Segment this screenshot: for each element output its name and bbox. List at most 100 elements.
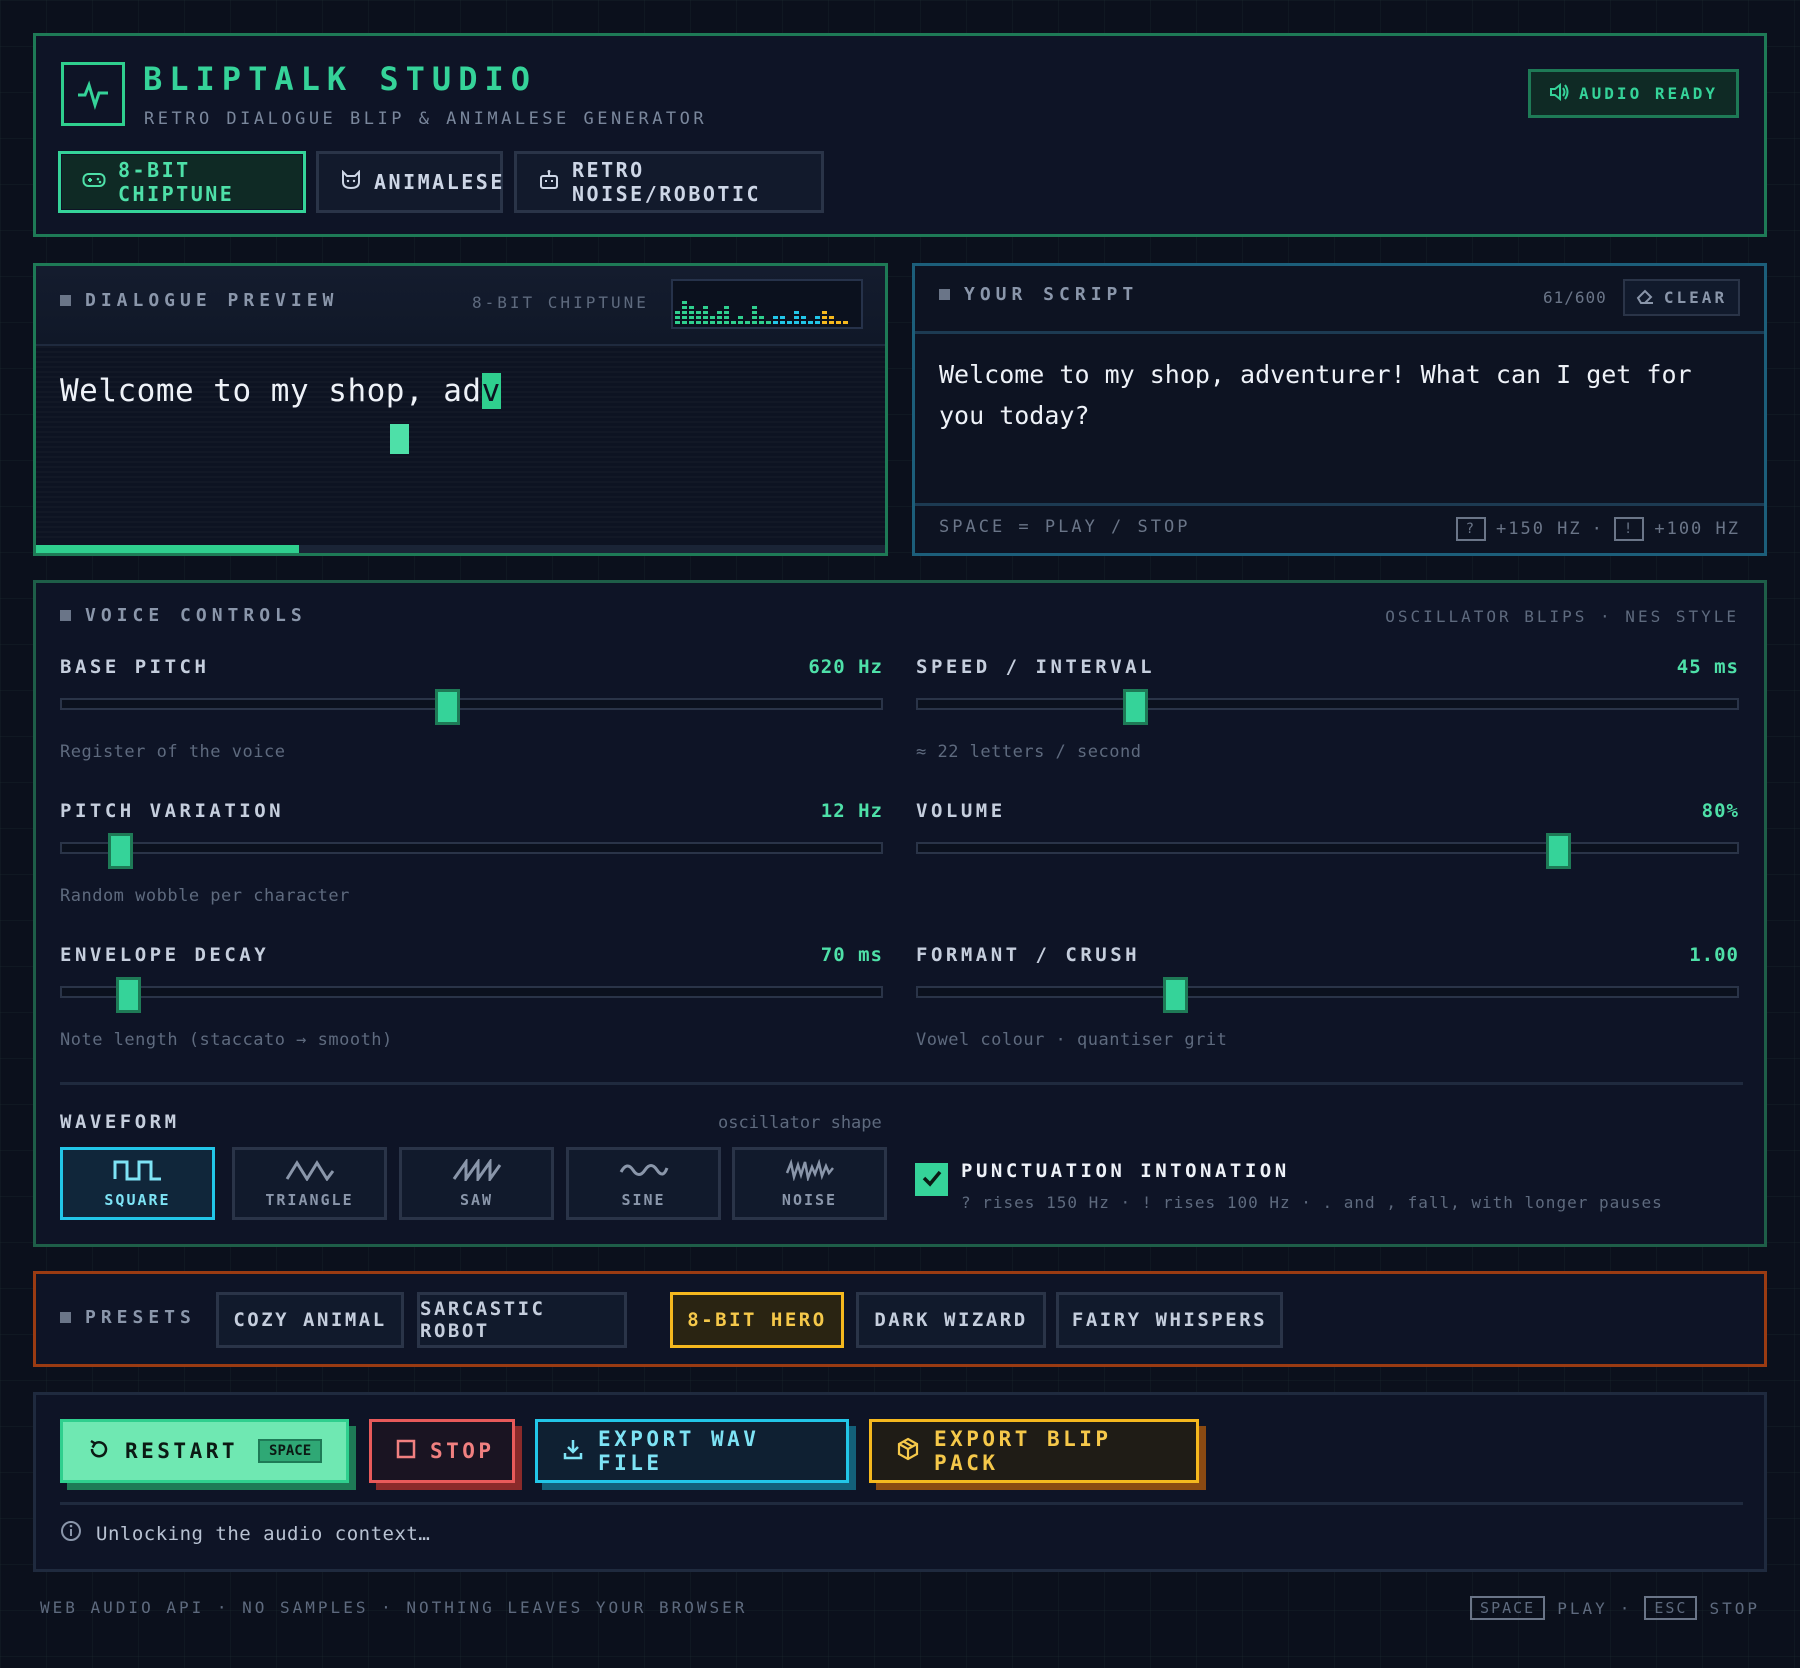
control-value: 1.00: [1689, 944, 1739, 966]
preset-sarcastic-robot[interactable]: SARCASTIC ROBOT: [417, 1292, 627, 1348]
status-message: Unlocking the audio context…: [60, 1520, 430, 1547]
spectrum-bar: [710, 321, 715, 324]
preset-fairy-whispers[interactable]: FAIRY WHISPERS: [1056, 1292, 1283, 1348]
restart-button[interactable]: RESTART SPACE: [60, 1419, 349, 1483]
spectrum-bar: [717, 311, 722, 314]
control-value: 620 Hz: [808, 656, 883, 678]
script-title: YOUR SCRIPT: [964, 284, 1139, 305]
preview-header: DIALOGUE PREVIEW: [60, 290, 338, 311]
punctuation-intonation-checkbox[interactable]: [915, 1163, 948, 1196]
waveform-saw-button[interactable]: SAW: [399, 1147, 554, 1220]
gamepad-icon: [82, 170, 106, 194]
spectrum-bar: [682, 301, 687, 304]
waveform-triangle-button[interactable]: TRIANGLE: [232, 1147, 387, 1220]
spectrum-bar: [794, 316, 799, 319]
script-textarea[interactable]: Welcome to my shop, adventurer! What can…: [939, 354, 1749, 436]
spectrum-bar: [801, 321, 806, 324]
tab-label: ANIMALESE: [374, 170, 505, 194]
spectrum-bar: [815, 316, 820, 319]
slider-thumb[interactable]: [108, 833, 133, 869]
spectrum-bar: [675, 311, 680, 314]
export-wav-button[interactable]: EXPORT WAV FILE: [535, 1419, 849, 1483]
status-text: Unlocking the audio context…: [96, 1522, 431, 1545]
preview-title: DIALOGUE PREVIEW: [85, 290, 339, 311]
slider-thumb[interactable]: [1123, 689, 1148, 725]
slider-track[interactable]: [916, 842, 1739, 854]
checkmark-icon: [921, 1169, 943, 1191]
slider-track[interactable]: [60, 842, 883, 854]
preview-mode-label: 8-BIT CHIPTUNE: [472, 293, 649, 312]
spectrum-bar: [787, 321, 792, 324]
square-bullet-icon: [60, 295, 71, 306]
control-label: VOLUME: [916, 800, 1006, 822]
voice-controls-panel: VOICE CONTROLS OSCILLATOR BLIPS · NES ST…: [33, 580, 1767, 1247]
spectrum-bar: [773, 316, 778, 319]
saw-wave-icon: [452, 1156, 502, 1185]
spectrum-bar: [689, 306, 694, 309]
export-blip-pack-button[interactable]: EXPORT BLIP PACK: [869, 1419, 1199, 1483]
spectrum-bar: [675, 316, 680, 319]
speaker-icon: [1549, 82, 1569, 105]
sine-wave-icon: [619, 1159, 669, 1185]
question-hz: +150 HZ: [1496, 519, 1582, 539]
space-key: SPACE: [1470, 1596, 1546, 1620]
presets-title: PRESETS: [85, 1307, 196, 1328]
tab-label: RETRO NOISE/ROBOTIC: [572, 158, 762, 206]
slider-thumb[interactable]: [116, 977, 141, 1013]
export-blip-label: EXPORT BLIP PACK: [934, 1427, 1112, 1475]
waveform-sine-button[interactable]: SINE: [566, 1147, 721, 1220]
spectrum-bar: [682, 311, 687, 314]
spectrum-bar: [710, 316, 715, 319]
waveform-square-button[interactable]: SQUARE: [60, 1147, 215, 1220]
download-icon: [562, 1438, 584, 1465]
waveform-noise-button[interactable]: NOISE: [732, 1147, 887, 1220]
tab-retro-noise-robotic[interactable]: RETRO NOISE/ROBOTIC: [514, 151, 824, 213]
play-stop-hint: SPACE = PLAY / STOP: [939, 517, 1191, 537]
stop-label: STOP: [1709, 1598, 1760, 1618]
pulse-logo-icon: [61, 62, 125, 126]
preset-dark-wizard[interactable]: DARK WIZARD: [856, 1292, 1046, 1348]
waveform-label: SQUARE: [104, 1190, 171, 1209]
slider-track[interactable]: [60, 986, 883, 998]
envelope-decay-control: ENVELOPE DECAY 70 ms Note length (stacca…: [60, 944, 883, 1054]
square-bullet-icon: [939, 289, 950, 300]
spectrum-bar: [696, 311, 701, 314]
slider-thumb[interactable]: [1546, 833, 1571, 869]
spectrum-bar: [703, 316, 708, 319]
slider-track[interactable]: [916, 698, 1739, 710]
spectrum-bar: [794, 311, 799, 314]
spectrum-bar: [759, 321, 764, 324]
slider-track[interactable]: [916, 986, 1739, 998]
control-label: FORMANT / CRUSH: [916, 944, 1141, 966]
preview-current-char: v: [481, 373, 501, 409]
app-title: BLIPTALK STUDIO: [143, 60, 537, 98]
audio-status-label: AUDIO READY: [1579, 84, 1718, 103]
waveform-label: TRIANGLE: [265, 1190, 354, 1209]
triangle-wave-icon: [285, 1159, 335, 1185]
question-key: ?: [1455, 517, 1486, 541]
esc-key: ESC: [1644, 1596, 1698, 1620]
stop-button[interactable]: STOP: [369, 1419, 515, 1483]
slider-thumb[interactable]: [435, 689, 460, 725]
clear-button[interactable]: CLEAR: [1623, 279, 1740, 316]
app-subtitle: RETRO DIALOGUE BLIP & ANIMALESE GENERATO…: [144, 109, 708, 129]
info-icon: [60, 1520, 82, 1547]
tab-animalese[interactable]: ANIMALESE: [316, 151, 503, 213]
tab-8bit-chiptune[interactable]: 8-BIT CHIPTUNE: [58, 151, 306, 213]
spectrum-bar: [843, 321, 848, 324]
spectrum-bar: [689, 321, 694, 324]
spectrum-bar: [689, 316, 694, 319]
audio-status-badge: AUDIO READY: [1528, 69, 1739, 118]
slider-thumb[interactable]: [1163, 977, 1188, 1013]
spectrum-bar: [724, 306, 729, 309]
separator: ·: [1591, 519, 1604, 539]
preset-cozy-animal[interactable]: COZY ANIMAL: [216, 1292, 404, 1348]
presets-panel: PRESETS COZY ANIMAL SARCASTIC ROBOT 8-BI…: [33, 1271, 1767, 1367]
preset-8bit-hero[interactable]: 8-BIT HERO: [670, 1292, 844, 1348]
spectrum-bar: [773, 321, 778, 324]
spectrum-bar: [745, 321, 750, 324]
slider-track[interactable]: [60, 698, 883, 710]
control-description: Note length (staccato → smooth): [60, 1030, 393, 1050]
space-shortcut-badge: SPACE: [258, 1439, 323, 1463]
voice-title: VOICE CONTROLS: [85, 605, 307, 626]
